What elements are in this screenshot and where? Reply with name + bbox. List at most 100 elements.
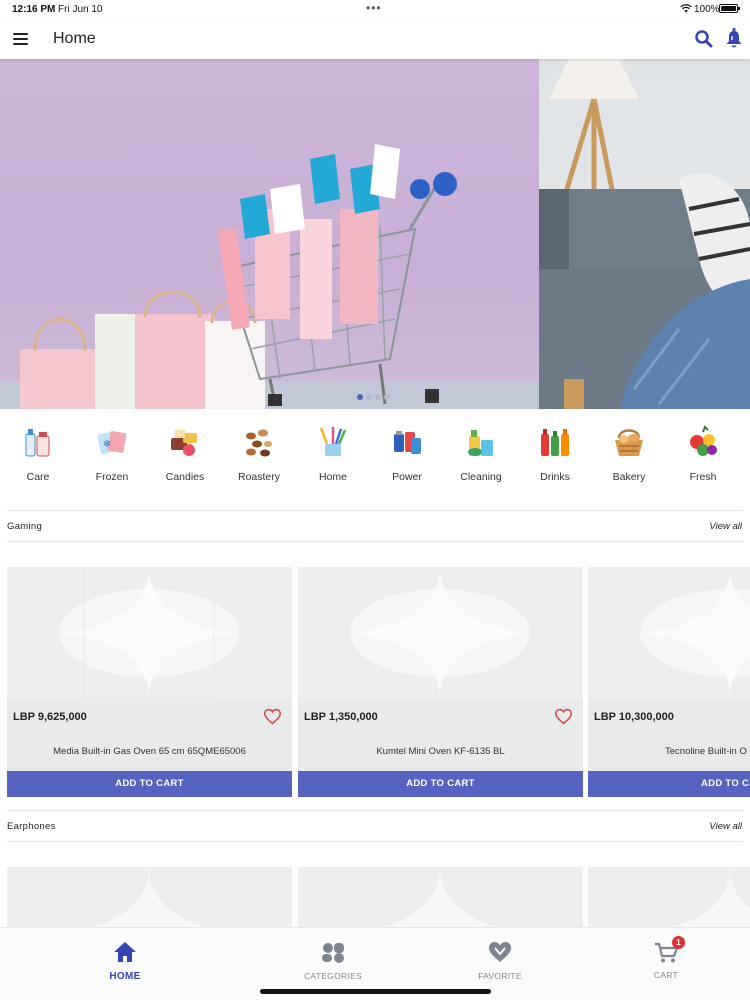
- power-icon: [394, 431, 421, 454]
- multitasking-dots-icon[interactable]: •••: [366, 1, 382, 15]
- cleaning-icon: [468, 430, 493, 456]
- nav-home[interactable]: HOME: [65, 928, 185, 988]
- product-info: LBP 9,625,000 Media Built-in Gas Oven 65…: [7, 698, 292, 771]
- nav-cart-label: CART: [653, 970, 679, 980]
- banner-carousel[interactable]: [0, 59, 750, 409]
- care-icon: [25, 429, 50, 457]
- product-card[interactable]: LBP 1,350,000 Kumtel Mini Oven KF-6135 B…: [298, 567, 583, 797]
- section-divider: [7, 510, 743, 511]
- roastery-icon: [246, 429, 272, 457]
- app-bar: Home: [0, 20, 750, 59]
- wifi-icon: [680, 4, 692, 13]
- product-carousel-gaming[interactable]: LBP 9,625,000 Media Built-in Gas Oven 65…: [0, 567, 750, 798]
- section-divider: [7, 810, 743, 811]
- product-image-placeholder: [382, 867, 498, 927]
- svg-text:❄: ❄: [103, 439, 111, 450]
- carousel-dot[interactable]: [375, 394, 381, 400]
- carousel-indicator[interactable]: [357, 394, 390, 400]
- product-price: LBP 9,625,000: [13, 711, 87, 723]
- category-label: Cleaning: [460, 471, 502, 483]
- cart-icon-wrap: 1: [653, 936, 685, 964]
- product-image-placeholder: [588, 567, 750, 698]
- candies-icon: [171, 430, 197, 456]
- category-frozen[interactable]: ❄ Frozen: [75, 420, 149, 483]
- category-drinks[interactable]: Drinks: [518, 420, 592, 483]
- nav-favorite[interactable]: FAVORITE: [440, 928, 560, 988]
- carousel-dot[interactable]: [357, 394, 363, 400]
- product-image-placeholder: [91, 867, 207, 927]
- categories-icon: [322, 943, 344, 963]
- category-roastery[interactable]: Roastery: [222, 420, 296, 483]
- bakery-icon: [615, 429, 643, 456]
- living-room-illustration: [539, 59, 750, 409]
- product-card[interactable]: LBP 9,625,000 Media Built-in Gas Oven 65…: [7, 567, 292, 797]
- product-image-placeholder: [298, 567, 583, 698]
- product-image-placeholder: [672, 867, 750, 927]
- heart-icon[interactable]: [554, 708, 573, 725]
- banner-slide-living-room[interactable]: [539, 59, 750, 409]
- product-card[interactable]: [588, 867, 750, 927]
- page-title: Home: [53, 30, 96, 47]
- category-label: Care: [26, 471, 50, 483]
- category-fresh[interactable]: Fresh: [666, 420, 740, 483]
- category-label: Bakery: [612, 471, 646, 483]
- category-cleaning[interactable]: Cleaning: [444, 420, 518, 483]
- home-indicator[interactable]: [260, 989, 491, 994]
- category-home[interactable]: Home: [296, 420, 370, 483]
- nav-cart[interactable]: 1 CART: [606, 928, 726, 988]
- product-name: Media Built-in Gas Oven 65 cm 65QME65006: [53, 746, 246, 757]
- favorite-icon: [489, 942, 511, 962]
- product-carousel-earphones[interactable]: [0, 867, 750, 927]
- section-title-earphones: Earphones: [7, 821, 56, 832]
- product-price: LBP 10,300,000: [594, 711, 674, 723]
- carousel-dot[interactable]: [366, 394, 372, 400]
- fresh-icon: [690, 425, 717, 456]
- heart-icon[interactable]: [263, 708, 282, 725]
- product-info: LBP 1,350,000 Kumtel Mini Oven KF-6135 B…: [298, 698, 583, 771]
- add-to-cart-button[interactable]: ADD TO CA: [588, 771, 750, 797]
- bell-icon[interactable]: [725, 27, 743, 49]
- product-price: LBP 1,350,000: [304, 711, 378, 723]
- category-label: Roastery: [237, 471, 280, 483]
- status-date: Fri Jun 10: [58, 4, 103, 15]
- home-icon: [114, 942, 136, 962]
- product-card[interactable]: LBP 10,300,000 Tecnoline Built-in O ADD …: [588, 567, 750, 797]
- status-bar: 12:16 PM Fri Jun 10 ••• 100%: [0, 0, 750, 20]
- shopping-cart-illustration: [0, 144, 539, 409]
- add-to-cart-button[interactable]: ADD TO CART: [7, 771, 292, 797]
- category-label: Power: [392, 471, 422, 483]
- status-time: 12:16 PM: [12, 4, 56, 15]
- add-to-cart-button[interactable]: ADD TO CART: [298, 771, 583, 797]
- nav-home-label: HOME: [109, 971, 141, 982]
- home-supplies-icon: [319, 427, 347, 456]
- category-candies[interactable]: Candies: [148, 420, 222, 483]
- nav-categories-label: CATEGORIES: [303, 971, 363, 981]
- nav-favorite-label: FAVORITE: [478, 971, 522, 981]
- category-bakery[interactable]: Bakery: [592, 420, 666, 483]
- menu-icon[interactable]: [13, 33, 28, 45]
- category-label: Fresh: [689, 471, 717, 483]
- category-label: Home: [318, 471, 347, 483]
- banner-slide-shopping[interactable]: [0, 59, 539, 409]
- section-divider: [7, 541, 743, 542]
- product-card[interactable]: [298, 867, 583, 927]
- product-name: Kumtel Mini Oven KF-6135 BL: [376, 746, 505, 757]
- cart-count-badge: 1: [672, 936, 685, 949]
- product-name: Tecnoline Built-in O: [665, 746, 747, 757]
- battery-percentage: 100%: [694, 4, 720, 15]
- category-care[interactable]: Care: [1, 420, 75, 483]
- view-all-gaming-link[interactable]: View all: [709, 521, 742, 532]
- category-label: Drinks: [540, 471, 570, 483]
- nav-categories[interactable]: CATEGORIES: [273, 928, 393, 988]
- carousel-dot[interactable]: [384, 394, 390, 400]
- frozen-icon: ❄: [97, 431, 127, 455]
- search-icon[interactable]: [694, 29, 714, 49]
- product-card[interactable]: [7, 867, 292, 927]
- category-power[interactable]: Power: [370, 420, 444, 483]
- drinks-icon: [541, 429, 569, 456]
- category-strip: Care ❄ Frozen Candies Roastery Home Powe…: [0, 420, 750, 492]
- section-divider: [7, 841, 743, 842]
- battery-icon: [719, 4, 740, 13]
- category-label: Candies: [165, 471, 205, 483]
- view-all-earphones-link[interactable]: View all: [709, 821, 742, 832]
